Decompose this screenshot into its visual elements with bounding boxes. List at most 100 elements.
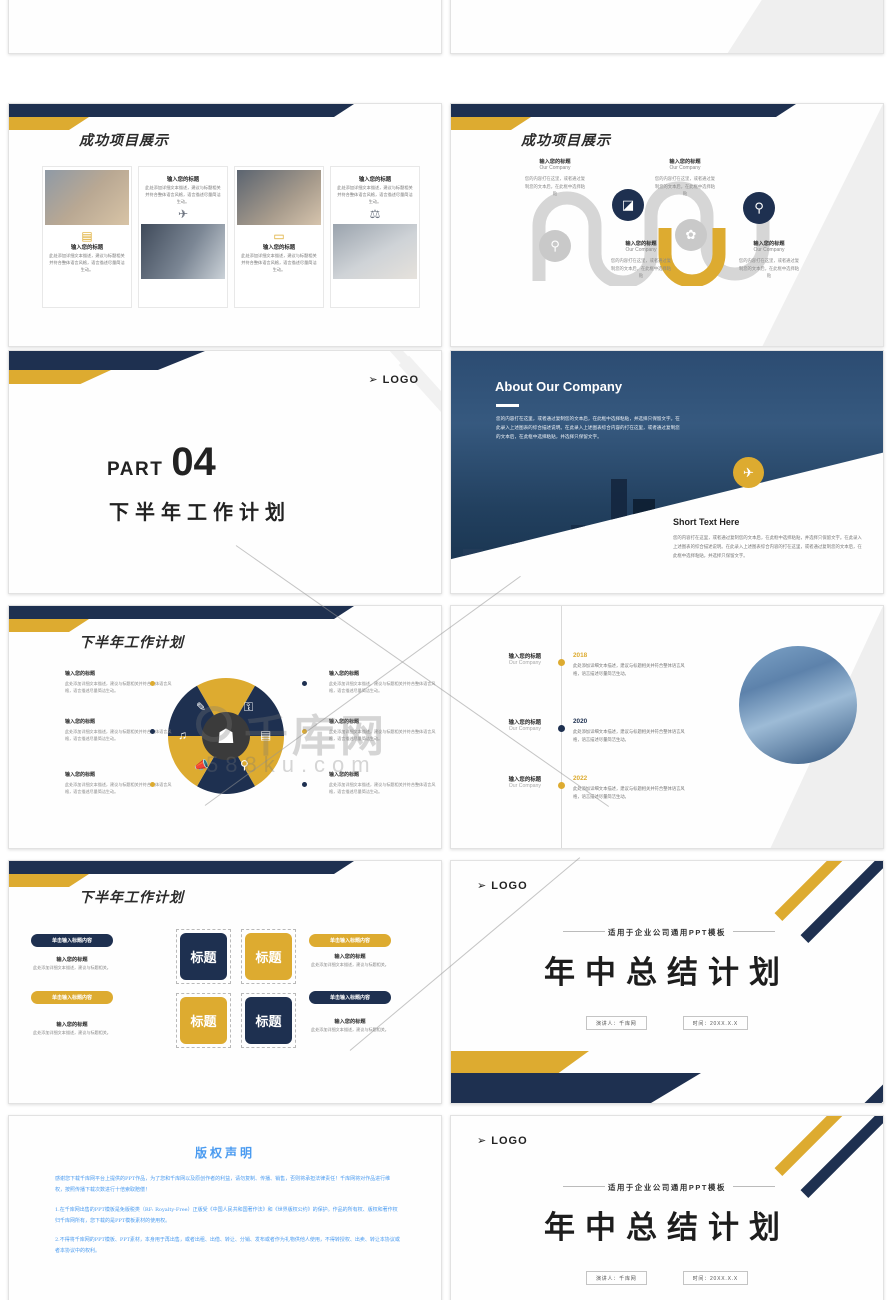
item-title: 输入您的标题: [329, 719, 360, 725]
entry-sub: Our Company: [508, 660, 541, 666]
logo[interactable]: ➢ LOGO: [368, 373, 419, 386]
footer-gold-shape: [451, 1051, 589, 1073]
chevron-right-icon: ➢: [368, 374, 379, 386]
slide-title: 成功项目展示: [79, 133, 169, 149]
books-icon: ▤: [81, 229, 93, 243]
project-card[interactable]: 输入您的标题 此处添加详细文本描述，建议与标题相关并符合整体语言风格，语言描述尽…: [330, 166, 420, 308]
entry-desc: 此处添加详细文本描述，建议与标题相关并符合整体语言风格，语言描述尽量简洁生动。: [573, 729, 685, 742]
slide-timeline[interactable]: 输入您的标题 Our Company 2018 此处添加详细文本描述，建议与标题…: [450, 605, 884, 849]
slide-part-divider[interactable]: ➢ LOGO PART 04 下半年工作计划: [8, 350, 442, 594]
slide-title: 下半年工作计划: [79, 635, 184, 651]
side-title: 输入您的标题: [56, 957, 88, 963]
block-label: 标题: [180, 997, 227, 1044]
block-tile[interactable]: 标题: [176, 929, 231, 984]
slide-blocks[interactable]: 下半年工作计划 单击输入标题内容 输入您的标题 此处添加详细文本描述，建议与标题…: [8, 860, 442, 1104]
entry-desc: 此处添加详细文本描述，建议与标题相关并符合整体语言风格，语言描述尽量简洁生动。: [573, 786, 685, 799]
wheel-item-right: 输入您的标题 此处添加详细文本描述，建议与标题相关并符合整体语言风格，语言描述尽…: [329, 670, 437, 694]
part-number: 04: [171, 440, 216, 484]
date-badge: 时间：20XX.X.X: [682, 1016, 749, 1030]
timeline-left-label: 输入您的标题 Our Company: [451, 775, 541, 789]
cover-subtitle: 适用于企业公司通用PPT模板: [607, 1183, 727, 1192]
slide-projects-cards[interactable]: 成功项目展示 ▤ 输入您的标题 此处添加详细文本描述，建议与标题相关并符合整体语…: [8, 103, 442, 347]
slide-process-scurve[interactable]: 成功项目展示 ⚲ ◪ ✿ ⚲ 输入您的标题 Our Company 您的内容打在…: [450, 103, 884, 347]
slide-copyright[interactable]: 版权声明 感谢您下载千库网平台上提供的PPT作品，为了您和千库网以及原创作者的利…: [8, 1115, 442, 1300]
part-title: 下半年工作计划: [109, 500, 291, 524]
block-side-text: 输入您的标题 此处添加详细文本描述，建议与标题相关。: [298, 1018, 402, 1034]
diagonal-shape: [726, 0, 883, 53]
pill-label[interactable]: 单击输入标题内容: [31, 991, 113, 1004]
pill-label[interactable]: 单击输入标题内容: [309, 934, 391, 947]
megaphone-icon: 📣: [194, 758, 209, 772]
step-sub: Our Company: [625, 247, 657, 253]
location-pin-icon: ⚲: [240, 758, 249, 772]
buildings-photo: [739, 646, 857, 764]
step-desc: 您的内容打在这里，或者通过复制您的文本后，在此框中选择粘贴: [610, 258, 672, 279]
slide-chart[interactable]: 0 1 2 3 4 SPAIN UK FRANCE NORWAY RUSIA I…: [8, 0, 442, 54]
project-card-list: ▤ 输入您的标题 此处添加详细文本描述，建议与标题相关并符合整体语言风格，语言描…: [42, 166, 420, 308]
short-text-title: Short Text Here: [673, 517, 740, 527]
project-card[interactable]: ▤ 输入您的标题 此处添加详细文本描述，建议与标题相关并符合整体语言风格，语言描…: [42, 166, 132, 308]
slide-cover[interactable]: ➢ LOGO 适用于企业公司通用PPT模板 年中总结计划 演讲人：千库网 时间：…: [450, 860, 884, 1104]
slide-about-company[interactable]: About Our Company 您的内容打在这里，或者通过复制您的文本后，在…: [450, 350, 884, 594]
slide-title: 下半年工作计划: [79, 890, 184, 906]
bullet-dot: [150, 782, 155, 787]
copyright-paragraph: 感谢您下载千库网平台上提供的PPT作品，为了您和千库网以及原创作者的利益，请勿复…: [55, 1176, 391, 1194]
chevron-right-icon: ➢: [477, 1135, 488, 1147]
entry-title: 输入您的标题: [508, 777, 541, 783]
timeline-dot: [558, 659, 565, 666]
ppt-template-preview-page: 0 1 2 3 4 SPAIN UK FRANCE NORWAY RUSIA I…: [0, 0, 892, 1300]
logo[interactable]: ➢ LOGO: [477, 879, 528, 892]
slide-wheel[interactable]: 下半年工作计划 ✎ ⚿ ▤ ⚲ 📣 ♫ ☗ 输入您的标题 此处添加详细文本描述，…: [8, 605, 442, 849]
slide-cover-repeat[interactable]: ➢ LOGO 适用于企业公司通用PPT模板 年中总结计划 演讲人：千库网 时间：…: [450, 1115, 884, 1300]
wheel-item-left: 输入您的标题 此处添加详细文本描述，建议与标题相关并符合整体语言风格，语言描述尽…: [65, 718, 173, 742]
pill-label[interactable]: 单击输入标题内容: [309, 991, 391, 1004]
project-card[interactable]: 输入您的标题 此处添加详细文本描述，建议与标题相关并符合整体语言风格，语言描述尽…: [138, 166, 228, 308]
header-gold-bar: [9, 370, 111, 384]
pencil-icon: ✎: [196, 700, 207, 714]
item-title: 输入您的标题: [65, 772, 96, 778]
slide-header-bars: [9, 104, 441, 130]
block-tile[interactable]: 标题: [176, 993, 231, 1048]
rule-right: [733, 931, 775, 932]
date-badge: 时间：20XX.X.X: [682, 1271, 749, 1285]
pill-label[interactable]: 单击输入标题内容: [31, 934, 113, 947]
side-title: 输入您的标题: [334, 1019, 366, 1025]
block-tile[interactable]: 标题: [241, 929, 296, 984]
item-desc: 此处添加详细文本描述，建议与标题相关并符合整体语言风格，语言描述尽量简洁生动。: [65, 729, 172, 742]
entry-year: 2022: [573, 775, 588, 782]
block-tile[interactable]: 标题: [241, 993, 296, 1048]
card-title: 输入您的标题: [70, 245, 104, 251]
card-desc: 此处添加详细文本描述，建议与标题相关并符合整体语言风格，语言描述尽量简洁生动。: [145, 185, 221, 204]
sheen-decoration: [380, 351, 441, 438]
bullet-dot: [302, 681, 307, 686]
step-desc: 您的内容打在这里，或者通过复制您的文本后，在此框中选择粘贴: [654, 176, 716, 197]
part-number-group: PART 04: [107, 440, 216, 484]
step-title: 输入您的标题: [625, 241, 657, 247]
corner-decoration: [381, 545, 441, 593]
timeline-dot: [558, 782, 565, 789]
entry-desc: 此处添加详细文本描述，建议与标题相关并符合整体语言风格，语言描述尽量简洁生动。: [573, 663, 685, 676]
header-navy-bar: [9, 351, 205, 370]
cover-title: 年中总结计划: [544, 1210, 790, 1246]
project-card[interactable]: ▭ 输入您的标题 此处添加详细文本描述，建议与标题相关并符合整体语言风格，语言描…: [234, 166, 324, 308]
block-label: 标题: [245, 997, 292, 1044]
timeline-dot: [558, 725, 565, 732]
entry-sub: Our Company: [508, 783, 541, 789]
step-sub: Our Company: [539, 165, 571, 171]
step-desc: 您的内容打在这里，或者通过复制您的文本后，在此框中选择粘贴: [738, 258, 800, 279]
corner-decoration: [823, 545, 883, 593]
wheel-item-left: 输入您的标题 此处添加详细文本描述，建议与标题相关并符合整体语言风格，语言描述尽…: [65, 670, 173, 694]
step-sub: Our Company: [753, 247, 785, 253]
item-title: 输入您的标题: [65, 671, 96, 677]
logo[interactable]: ➢ LOGO: [477, 1134, 528, 1147]
money-icon: ▭: [273, 229, 285, 243]
person-icon: ☗: [202, 712, 250, 760]
step-title: 输入您的标题: [753, 241, 785, 247]
chevron-right-icon: ➢: [477, 880, 488, 892]
entry-title: 输入您的标题: [508, 654, 541, 660]
paper-plane-icon: ✈: [177, 206, 189, 221]
slide-table[interactable]: Magazine 198M Google 12254M: [450, 0, 884, 54]
process-step-labels: 输入您的标题 Our Company 您的内容打在这里，或者通过复制您的文本后，…: [451, 104, 883, 346]
side-title: 输入您的标题: [56, 1022, 88, 1028]
item-desc: 此处添加详细文本描述，建议与标题相关并符合整体语言风格，语言描述尽量简洁生动。: [329, 681, 436, 694]
